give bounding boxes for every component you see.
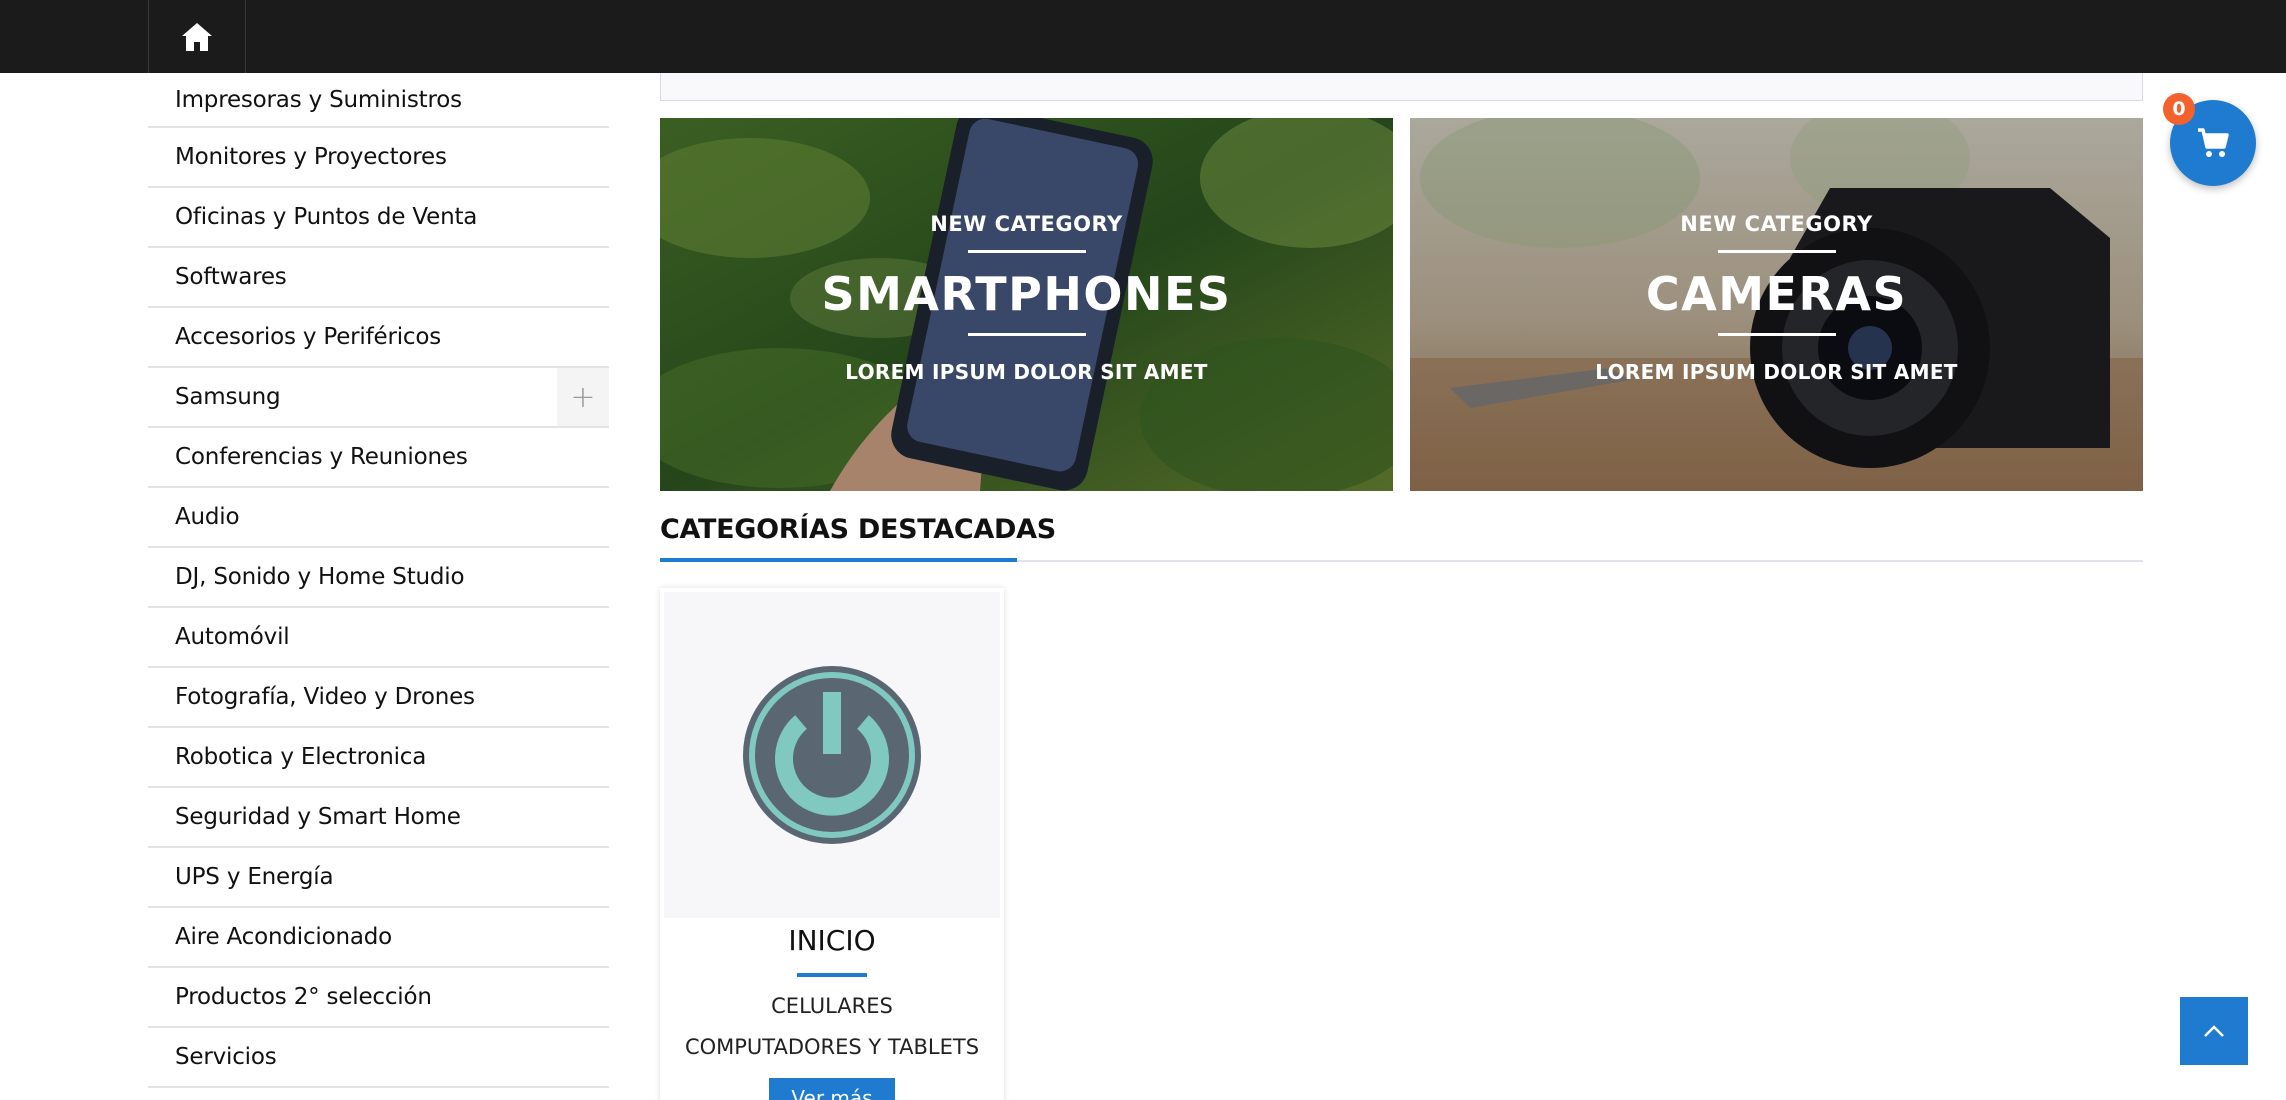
sidebar-item-robotica[interactable]: Robotica y Electronica [148,728,609,788]
sidebar-item-label: Conferencias y Reuniones [175,444,468,470]
subcategory-link[interactable]: CELULARES [660,994,1004,1018]
banner-subtitle: LOREM IPSUM DOLOR SIT AMET [1595,360,1958,384]
category-card-divider [797,973,867,977]
sidebar-item-label: Monitores y Proyectores [175,144,447,170]
sidebar-item-audio[interactable]: Audio [148,488,609,548]
sidebar-item-conferencias[interactable]: Conferencias y Reuniones [148,428,609,488]
sidebar-item-accesorios[interactable]: Accesorios y Periféricos [148,308,609,368]
content-top-strip [660,73,2143,101]
banner-title: SMARTPHONES [821,267,1232,321]
sidebar-item-label: Seguridad y Smart Home [175,804,461,830]
banner-smartphones[interactable]: NEW CATEGORY SMARTPHONES LOREM IPSUM DOL… [660,118,1393,491]
home-button[interactable] [148,0,246,73]
sidebar-item-label: Impresoras y Suministros [175,86,462,113]
sidebar-item-label: Productos 2° selección [175,984,432,1010]
banner-divider [967,333,1086,336]
sidebar-item-label: Robotica y Electronica [175,744,427,770]
sidebar-item-label: Accesorios y Periféricos [175,324,442,350]
power-icon [743,666,921,844]
cart-count-badge: 0 [2163,93,2195,125]
sidebar-item-label: UPS y Energía [175,864,334,890]
sidebar-item-dj[interactable]: DJ, Sonido y Home Studio [148,548,609,608]
sidebar-item-label: Aire Acondicionado [175,924,393,950]
featured-categories-title: CATEGORÍAS DESTACADAS [660,514,1056,545]
sidebar-item-samsung[interactable]: Samsung + [148,368,609,428]
category-sidebar: Impresoras y Suministros Monitores y Pro… [148,73,609,1088]
chevron-up-icon [2204,1025,2224,1037]
sidebar-item-monitores[interactable]: Monitores y Proyectores [148,128,609,188]
banner-text: NEW CATEGORY CAMERAS LOREM IPSUM DOLOR S… [1410,118,2143,491]
section-divider-accent [660,558,1017,562]
back-to-top-button[interactable] [2180,997,2248,1065]
banner-divider [967,250,1086,253]
sidebar-item-label: Softwares [175,264,287,290]
sidebar-item-label: Fotografía, Video y Drones [175,684,475,710]
sidebar-item-label: DJ, Sonido y Home Studio [175,564,465,590]
category-card-title: INICIO [788,924,876,957]
sidebar-item-aire[interactable]: Aire Acondicionado [148,908,609,968]
banner-text: NEW CATEGORY SMARTPHONES LOREM IPSUM DOL… [660,118,1393,491]
banner-kicker: NEW CATEGORY [1680,212,1873,236]
sidebar-item-ups[interactable]: UPS y Energía [148,848,609,908]
sidebar-item-label: Servicios [175,1044,277,1070]
sidebar-item-productos[interactable]: Productos 2° selección [148,968,609,1028]
category-image [664,592,1000,918]
sidebar-item-softwares[interactable]: Softwares [148,248,609,308]
sidebar-item-automovil[interactable]: Automóvil [148,608,609,668]
banner-subtitle: LOREM IPSUM DOLOR SIT AMET [845,360,1208,384]
banner-divider [1717,333,1836,336]
sidebar-item-impresoras[interactable]: Impresoras y Suministros [148,73,609,128]
expand-plus-icon[interactable]: + [557,368,609,426]
category-card-inicio[interactable]: INICIO CELULARES COMPUTADORES Y TABLETS … [660,588,1004,1100]
home-icon [182,22,212,51]
cart-icon [2198,128,2229,157]
banner-cameras[interactable]: NEW CATEGORY CAMERAS LOREM IPSUM DOLOR S… [1410,118,2143,491]
banner-title: CAMERAS [1645,267,1908,321]
sidebar-item-label: Automóvil [175,624,290,650]
sidebar-item-label: Samsung [175,384,281,410]
sidebar-item-servicios[interactable]: Servicios [148,1028,609,1088]
sidebar-item-oficinas[interactable]: Oficinas y Puntos de Venta [148,188,609,248]
banner-kicker: NEW CATEGORY [930,212,1123,236]
view-more-button[interactable]: Ver más [769,1078,895,1100]
top-navbar [0,0,2286,73]
subcategory-link[interactable]: COMPUTADORES Y TABLETS [660,1035,1004,1059]
banner-divider [1717,250,1836,253]
sidebar-item-label: Oficinas y Puntos de Venta [175,204,478,230]
sidebar-item-fotografia[interactable]: Fotografía, Video y Drones [148,668,609,728]
sidebar-item-label: Audio [175,504,240,530]
sidebar-item-seguridad[interactable]: Seguridad y Smart Home [148,788,609,848]
